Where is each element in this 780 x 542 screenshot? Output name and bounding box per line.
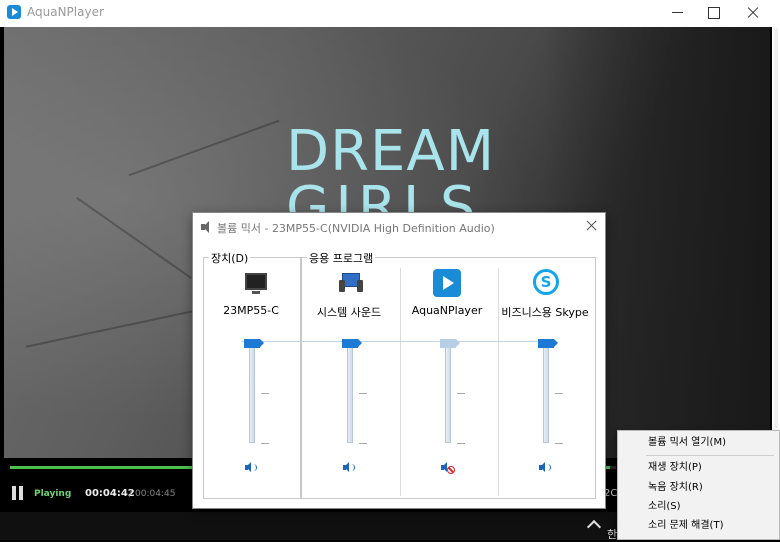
slider-tick	[457, 443, 465, 444]
pause-icon[interactable]	[12, 486, 24, 500]
control-partial-text: 2C	[604, 488, 618, 499]
maximize-button[interactable]	[694, 0, 734, 26]
menu-item-sounds[interactable]: 소리(S)	[618, 497, 780, 517]
slider-tick	[359, 443, 367, 444]
menu-item-open-volume-mixer[interactable]: 볼륨 믹서 열기(M)	[618, 433, 780, 453]
app-title: AquaNPlayer	[27, 5, 104, 19]
slider-tick	[555, 393, 563, 394]
sound-context-menu: 볼륨 믹서 열기(M) 재생 장치(P) 녹음 장치(R) 소리(S) 소리 문…	[617, 430, 780, 540]
volume-slider-track[interactable]	[543, 342, 549, 443]
channel-label: 시스템 사운드	[316, 306, 382, 319]
system-sound-icon	[339, 271, 363, 293]
volume-slider-thumb[interactable]	[244, 339, 264, 348]
total-time: 00:04:45	[135, 489, 176, 499]
volume-slider-fill	[348, 342, 352, 442]
monitor-icon	[245, 273, 267, 294]
channel-label: 23MP55-C	[223, 304, 279, 317]
current-time: 00:04:42	[85, 488, 135, 499]
speaker-muted-button[interactable]	[439, 461, 457, 475]
volume-slider-fill	[250, 342, 254, 442]
scrollbar-track[interactable]	[774, 28, 778, 428]
volume-slider-track[interactable]	[347, 342, 353, 443]
minimize-button[interactable]	[658, 0, 698, 26]
mute-prohibited-icon	[447, 466, 455, 474]
title-bar[interactable]: AquaNPlayer	[0, 0, 772, 27]
channel-system-sounds: 시스템 사운드	[301, 263, 397, 493]
playback-status: Playing	[34, 489, 72, 499]
volume-slider-thumb[interactable]	[342, 339, 362, 348]
volume-slider-fill	[446, 342, 450, 442]
mixer-title: 볼륨 믹서 - 23MP55-C(NVIDIA High Definition …	[217, 222, 495, 235]
menu-separator	[646, 455, 774, 456]
slider-tick	[555, 443, 563, 444]
speaker-mute-button[interactable]	[243, 461, 261, 475]
chevron-up-icon[interactable]	[589, 520, 597, 528]
slider-tick	[457, 393, 465, 394]
slider-tick	[359, 393, 367, 394]
skype-icon: S	[533, 269, 559, 295]
channel-label: AquaNPlayer	[411, 304, 483, 317]
close-button[interactable]	[733, 0, 773, 26]
volume-slider-track[interactable]	[249, 342, 255, 443]
volume-slider-thumb[interactable]	[440, 339, 460, 348]
time-separator: /	[129, 489, 133, 499]
channel-label: 비즈니스용 Skype	[501, 306, 589, 319]
aquanplayer-icon	[433, 269, 461, 297]
speaker-icon	[201, 221, 211, 233]
mixer-title-bar[interactable]: 볼륨 믹서 - 23MP55-C(NVIDIA High Definition …	[193, 213, 605, 241]
volume-slider-thumb[interactable]	[538, 339, 558, 348]
slider-tick	[261, 443, 269, 444]
channel-skype: S 비즈니스용 Skype	[497, 263, 593, 493]
speaker-mute-button[interactable]	[341, 461, 359, 475]
channel-device: 23MP55-C	[203, 263, 299, 493]
menu-item-troubleshoot[interactable]: 소리 문제 해결(T)	[618, 516, 780, 536]
channel-aquanplayer: AquaNPlayer	[399, 263, 495, 493]
volume-mixer-dialog: 볼륨 믹서 - 23MP55-C(NVIDIA High Definition …	[192, 212, 606, 509]
menu-item-playback-devices[interactable]: 재생 장치(P)	[618, 458, 780, 478]
volume-slider-track[interactable]	[445, 342, 451, 443]
volume-slider-fill	[544, 342, 548, 442]
mixer-close-button[interactable]	[584, 219, 598, 233]
menu-item-recording-devices[interactable]: 녹음 장치(R)	[618, 478, 780, 498]
slider-tick	[261, 393, 269, 394]
aquanplayer-app-icon	[7, 5, 21, 19]
speaker-mute-button[interactable]	[537, 461, 555, 475]
